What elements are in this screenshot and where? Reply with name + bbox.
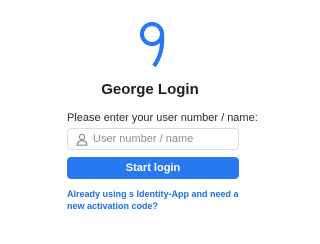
user-number-input-container[interactable] [67,128,239,150]
george-logo-icon [139,21,165,68]
page-title: George Login [101,81,199,98]
new-activation-code-link[interactable]: Already using s Identity-App and need a … [67,188,245,212]
user-number-input[interactable] [93,129,233,149]
user-icon [76,133,88,146]
start-login-button[interactable]: Start login [67,157,239,179]
login-prompt-label: Please enter your user number / name: [67,112,258,124]
